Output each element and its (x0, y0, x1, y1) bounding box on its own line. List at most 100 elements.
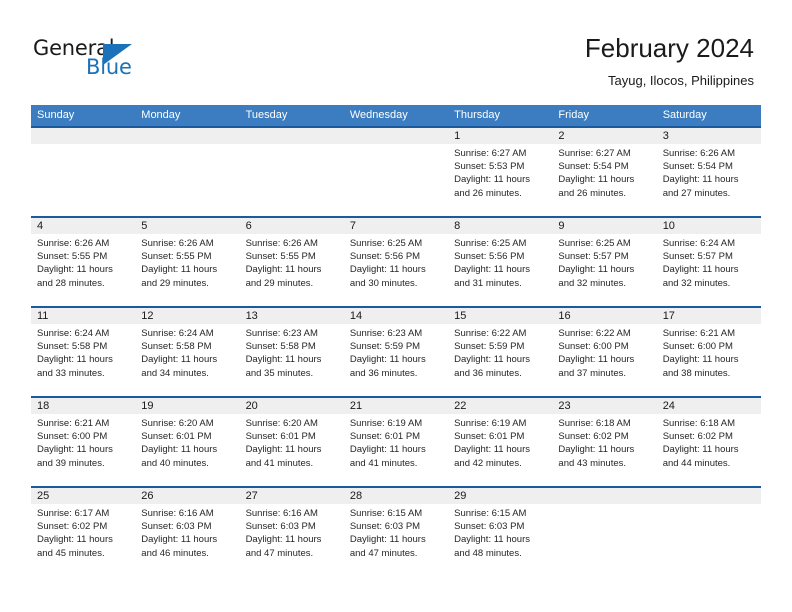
day-cell[interactable]: 11 Sunrise: 6:24 AM Sunset: 5:58 PM Dayl… (31, 308, 135, 396)
sunset-text: Sunset: 6:02 PM (558, 431, 629, 443)
day-cell[interactable]: 7 Sunrise: 6:25 AM Sunset: 5:56 PM Dayli… (344, 218, 448, 306)
day-cell[interactable]: 20 Sunrise: 6:20 AM Sunset: 6:01 PM Dayl… (240, 398, 344, 486)
week-row: 11 Sunrise: 6:24 AM Sunset: 5:58 PM Dayl… (31, 306, 761, 396)
day-cell[interactable]: 14 Sunrise: 6:23 AM Sunset: 5:59 PM Dayl… (344, 308, 448, 396)
daylight-text: Daylight: 11 hours and 31 minutes. (454, 264, 530, 289)
sunset-text: Sunset: 5:57 PM (558, 251, 629, 263)
sunset-text: Sunset: 6:01 PM (141, 431, 212, 443)
sunrise-text: Sunrise: 6:19 AM (454, 418, 527, 429)
day-info: Sunrise: 6:26 AM Sunset: 5:55 PM Dayligh… (37, 237, 130, 290)
sunrise-text: Sunrise: 6:23 AM (245, 328, 318, 339)
sunrise-text: Sunrise: 6:27 AM (558, 148, 631, 159)
day-number: 22 (454, 400, 467, 412)
sunset-text: Sunset: 6:02 PM (37, 521, 108, 533)
day-number: 7 (349, 220, 356, 232)
daylight-text: Daylight: 11 hours and 43 minutes. (558, 444, 635, 469)
sunrise-text: Sunrise: 6:18 AM (558, 418, 631, 429)
daylight-text: Daylight: 11 hours and 34 minutes. (141, 354, 218, 379)
day-number (663, 488, 756, 504)
day-number: 5 (141, 220, 148, 232)
day-cell[interactable] (135, 128, 239, 216)
day-number: 8 (454, 220, 461, 232)
day-cell[interactable] (240, 128, 344, 216)
day-cell[interactable]: 27 Sunrise: 6:16 AM Sunset: 6:03 PM Dayl… (240, 488, 344, 576)
title-block: February 2024 Tayug, Ilocos, Philippines (585, 32, 754, 90)
sunset-text: Sunset: 6:01 PM (245, 431, 316, 443)
daylight-text: Daylight: 11 hours and 32 minutes. (662, 264, 739, 289)
day-cell[interactable]: 1 Sunrise: 6:27 AM Sunset: 5:53 PM Dayli… (448, 128, 552, 216)
day-number: 9 (558, 220, 565, 232)
day-cell[interactable]: 28 Sunrise: 6:15 AM Sunset: 6:03 PM Dayl… (344, 488, 448, 576)
page-subtitle: Tayug, Ilocos, Philippines (608, 73, 754, 88)
day-cell[interactable]: 8 Sunrise: 6:25 AM Sunset: 5:56 PM Dayli… (448, 218, 552, 306)
day-cell[interactable]: 5 Sunrise: 6:26 AM Sunset: 5:55 PM Dayli… (135, 218, 239, 306)
day-info: Sunrise: 6:16 AM Sunset: 6:03 PM Dayligh… (246, 507, 339, 560)
day-cell[interactable]: 17 Sunrise: 6:21 AM Sunset: 6:00 PM Dayl… (657, 308, 761, 396)
day-cell[interactable]: 4 Sunrise: 6:26 AM Sunset: 5:55 PM Dayli… (31, 218, 135, 306)
week-days: 1 Sunrise: 6:27 AM Sunset: 5:53 PM Dayli… (31, 128, 761, 216)
day-cell[interactable]: 29 Sunrise: 6:15 AM Sunset: 6:03 PM Dayl… (448, 488, 552, 576)
day-info: Sunrise: 6:23 AM Sunset: 5:58 PM Dayligh… (246, 327, 339, 380)
weekday-header-saturday: Saturday (662, 109, 707, 121)
day-cell[interactable]: 24 Sunrise: 6:18 AM Sunset: 6:02 PM Dayl… (657, 398, 761, 486)
day-number: 10 (662, 220, 675, 232)
day-cell[interactable]: 2 Sunrise: 6:27 AM Sunset: 5:54 PM Dayli… (552, 128, 656, 216)
day-info: Sunrise: 6:26 AM Sunset: 5:54 PM Dayligh… (663, 147, 756, 200)
sunrise-text: Sunrise: 6:26 AM (37, 238, 110, 249)
sunset-text: Sunset: 5:58 PM (37, 341, 108, 353)
sunset-text: Sunset: 6:00 PM (37, 431, 108, 443)
weekday-header-thursday: Thursday (454, 109, 500, 121)
sunset-text: Sunset: 5:54 PM (662, 161, 733, 173)
day-cell[interactable] (31, 128, 135, 216)
week-row: 1 Sunrise: 6:27 AM Sunset: 5:53 PM Dayli… (31, 126, 761, 216)
day-cell[interactable]: 23 Sunrise: 6:18 AM Sunset: 6:02 PM Dayl… (552, 398, 656, 486)
daylight-text: Daylight: 11 hours and 32 minutes. (558, 264, 635, 289)
general-blue-logo[interactable]: General Blue (33, 36, 173, 82)
day-cell[interactable] (552, 488, 656, 576)
day-cell[interactable]: 19 Sunrise: 6:20 AM Sunset: 6:01 PM Dayl… (135, 398, 239, 486)
day-number (558, 488, 651, 504)
day-info: Sunrise: 6:23 AM Sunset: 5:59 PM Dayligh… (350, 327, 443, 380)
daylight-text: Daylight: 11 hours and 29 minutes. (245, 264, 322, 289)
day-number: 28 (349, 490, 363, 502)
day-cell[interactable]: 6 Sunrise: 6:26 AM Sunset: 5:55 PM Dayli… (240, 218, 344, 306)
day-cell[interactable]: 25 Sunrise: 6:17 AM Sunset: 6:02 PM Dayl… (31, 488, 135, 576)
day-cell[interactable]: 15 Sunrise: 6:22 AM Sunset: 5:59 PM Dayl… (448, 308, 552, 396)
day-number: 26 (141, 490, 154, 502)
day-cell[interactable] (344, 128, 448, 216)
calendar-grid: Sunday Monday Tuesday Wednesday Thursday… (31, 105, 761, 576)
sunset-text: Sunset: 5:56 PM (454, 251, 525, 263)
day-cell[interactable]: 16 Sunrise: 6:22 AM Sunset: 6:00 PM Dayl… (552, 308, 656, 396)
day-number: 16 (558, 310, 571, 322)
daylight-text: Daylight: 11 hours and 38 minutes. (662, 354, 739, 379)
day-cell[interactable]: 21 Sunrise: 6:19 AM Sunset: 6:01 PM Dayl… (344, 398, 448, 486)
day-number: 6 (245, 220, 252, 232)
day-cell[interactable]: 18 Sunrise: 6:21 AM Sunset: 6:00 PM Dayl… (31, 398, 135, 486)
day-number (37, 128, 130, 144)
day-cell[interactable]: 13 Sunrise: 6:23 AM Sunset: 5:58 PM Dayl… (240, 308, 344, 396)
day-info: Sunrise: 6:17 AM Sunset: 6:02 PM Dayligh… (37, 507, 130, 560)
weekday-header-friday: Friday (558, 109, 589, 121)
day-cell[interactable]: 9 Sunrise: 6:25 AM Sunset: 5:57 PM Dayli… (552, 218, 656, 306)
sunset-text: Sunset: 6:02 PM (662, 431, 733, 443)
day-info: Sunrise: 6:24 AM Sunset: 5:58 PM Dayligh… (37, 327, 130, 380)
daylight-text: Daylight: 11 hours and 47 minutes. (349, 534, 426, 559)
sunrise-text: Sunrise: 6:25 AM (454, 238, 527, 249)
daylight-text: Daylight: 11 hours and 30 minutes. (349, 264, 426, 289)
day-number: 3 (662, 130, 669, 142)
day-cell[interactable] (657, 488, 761, 576)
day-cell[interactable]: 10 Sunrise: 6:24 AM Sunset: 5:57 PM Dayl… (657, 218, 761, 306)
sunset-text: Sunset: 5:59 PM (454, 341, 525, 353)
sunrise-text: Sunrise: 6:21 AM (662, 328, 736, 339)
sunset-text: Sunset: 5:55 PM (245, 251, 316, 263)
sunset-text: Sunset: 6:03 PM (245, 521, 316, 533)
day-cell[interactable]: 26 Sunrise: 6:16 AM Sunset: 6:03 PM Dayl… (135, 488, 239, 576)
day-cell[interactable]: 3 Sunrise: 6:26 AM Sunset: 5:54 PM Dayli… (657, 128, 761, 216)
sunrise-text: Sunrise: 6:25 AM (558, 238, 631, 249)
day-cell[interactable]: 22 Sunrise: 6:19 AM Sunset: 6:01 PM Dayl… (448, 398, 552, 486)
sunrise-text: Sunrise: 6:17 AM (37, 508, 110, 519)
day-cell[interactable]: 12 Sunrise: 6:24 AM Sunset: 5:58 PM Dayl… (135, 308, 239, 396)
logo-text-blue: Blue (86, 55, 132, 79)
sunrise-text: Sunrise: 6:19 AM (349, 418, 423, 429)
sunset-text: Sunset: 5:59 PM (349, 341, 421, 353)
